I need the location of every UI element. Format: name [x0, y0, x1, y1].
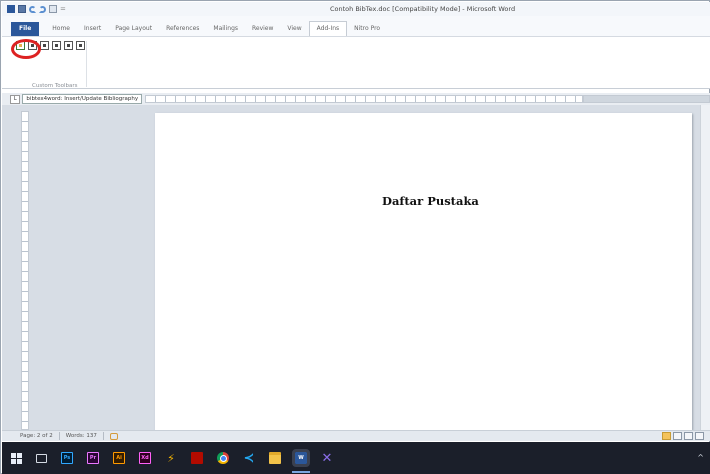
redo-icon[interactable] [39, 5, 46, 13]
bibtex-citation-icon[interactable] [52, 41, 61, 50]
quick-access-toolbar: = [2, 5, 66, 13]
tab-mailings[interactable]: Mailings [206, 25, 245, 36]
proofing-icon[interactable] [109, 432, 118, 440]
web-layout-icon[interactable] [684, 432, 693, 440]
premiere-icon[interactable]: Pr [87, 452, 99, 464]
tab-add-ins[interactable]: Add-Ins [308, 21, 348, 36]
visual-studio-icon[interactable]: ✕ [321, 451, 333, 466]
illustrator-icon[interactable]: Ai [113, 452, 125, 464]
document-workspace: Daftar Pustaka [2, 105, 710, 430]
acrobat-icon[interactable] [191, 452, 203, 464]
group-divider [86, 41, 87, 87]
tab-home[interactable]: Home [45, 25, 77, 36]
vscode-icon[interactable]: ≺ [243, 451, 255, 466]
highlight-annotation-circle [11, 39, 41, 59]
ribbon-tabs: File Home Insert Page Layout References … [2, 16, 710, 36]
bolt-app-icon[interactable]: ⚡ [165, 452, 177, 465]
document-page[interactable]: Daftar Pustaka [155, 113, 692, 430]
chrome-icon[interactable] [217, 452, 229, 464]
file-explorer-icon[interactable] [269, 452, 281, 464]
tab-references[interactable]: References [159, 25, 206, 36]
ribbon-panel: Custom Toolbars [2, 36, 710, 89]
taskbar: Ps Pr Ai Xd ⚡ ≺ W ✕ ^ [2, 442, 710, 474]
status-divider [58, 432, 60, 440]
ruler-row: L bibtex4word: Insert/Update Bibliograph… [2, 93, 710, 105]
tab-view[interactable]: View [280, 25, 308, 36]
status-divider [102, 432, 104, 440]
full-screen-reading-icon[interactable] [673, 432, 682, 440]
undo-icon[interactable] [29, 5, 36, 13]
group-label-custom-toolbars: Custom Toolbars [32, 83, 78, 89]
windows-start-icon[interactable] [11, 452, 22, 464]
bibtex-settings-icon[interactable] [64, 41, 73, 50]
window-title: Contoh BibTex.doc [Compatibility Mode] -… [330, 5, 516, 13]
tab-selector-icon[interactable]: L [10, 94, 21, 104]
tab-nitro-pro[interactable]: Nitro Pro [347, 25, 387, 36]
tab-review[interactable]: Review [245, 25, 280, 36]
bibtex-help-icon[interactable] [76, 41, 85, 50]
vertical-scrollbar[interactable] [700, 105, 710, 430]
adobe-xd-icon[interactable]: Xd [139, 452, 151, 464]
bibtex-toggle-icon[interactable] [40, 41, 49, 50]
task-view-icon[interactable] [36, 453, 47, 463]
save-icon[interactable] [18, 5, 26, 13]
vertical-ruler[interactable] [21, 111, 29, 430]
tooltip: bibtex4word: Insert/Update Bibliography [22, 94, 143, 104]
tab-file[interactable]: File [11, 22, 40, 36]
photoshop-icon[interactable]: Ps [61, 452, 73, 464]
horizontal-ruler[interactable] [145, 95, 584, 103]
title-bar: = Contoh BibTex.doc [Compatibility Mode]… [2, 2, 710, 16]
page-heading: Daftar Pustaka [382, 194, 479, 208]
tab-insert[interactable]: Insert [77, 25, 108, 36]
status-bar: Page: 2 of 2 Words: 137 [2, 430, 710, 441]
word-window: = Contoh BibTex.doc [Compatibility Mode]… [0, 0, 710, 474]
word-taskbar-icon[interactable]: W [292, 449, 310, 473]
print-preview-icon[interactable] [49, 5, 57, 13]
word-count[interactable]: Words: 137 [66, 433, 97, 439]
outline-icon[interactable] [695, 432, 704, 440]
horizontal-ruler-margin [583, 95, 710, 103]
view-buttons [662, 432, 704, 440]
customize-qat-icon[interactable]: = [60, 5, 66, 13]
print-layout-icon[interactable] [662, 432, 671, 440]
word-app-icon[interactable] [7, 5, 15, 13]
tab-page-layout[interactable]: Page Layout [108, 25, 159, 36]
page-count[interactable]: Page: 2 of 2 [20, 433, 53, 439]
tray-overflow-icon[interactable]: ^ [697, 453, 704, 462]
